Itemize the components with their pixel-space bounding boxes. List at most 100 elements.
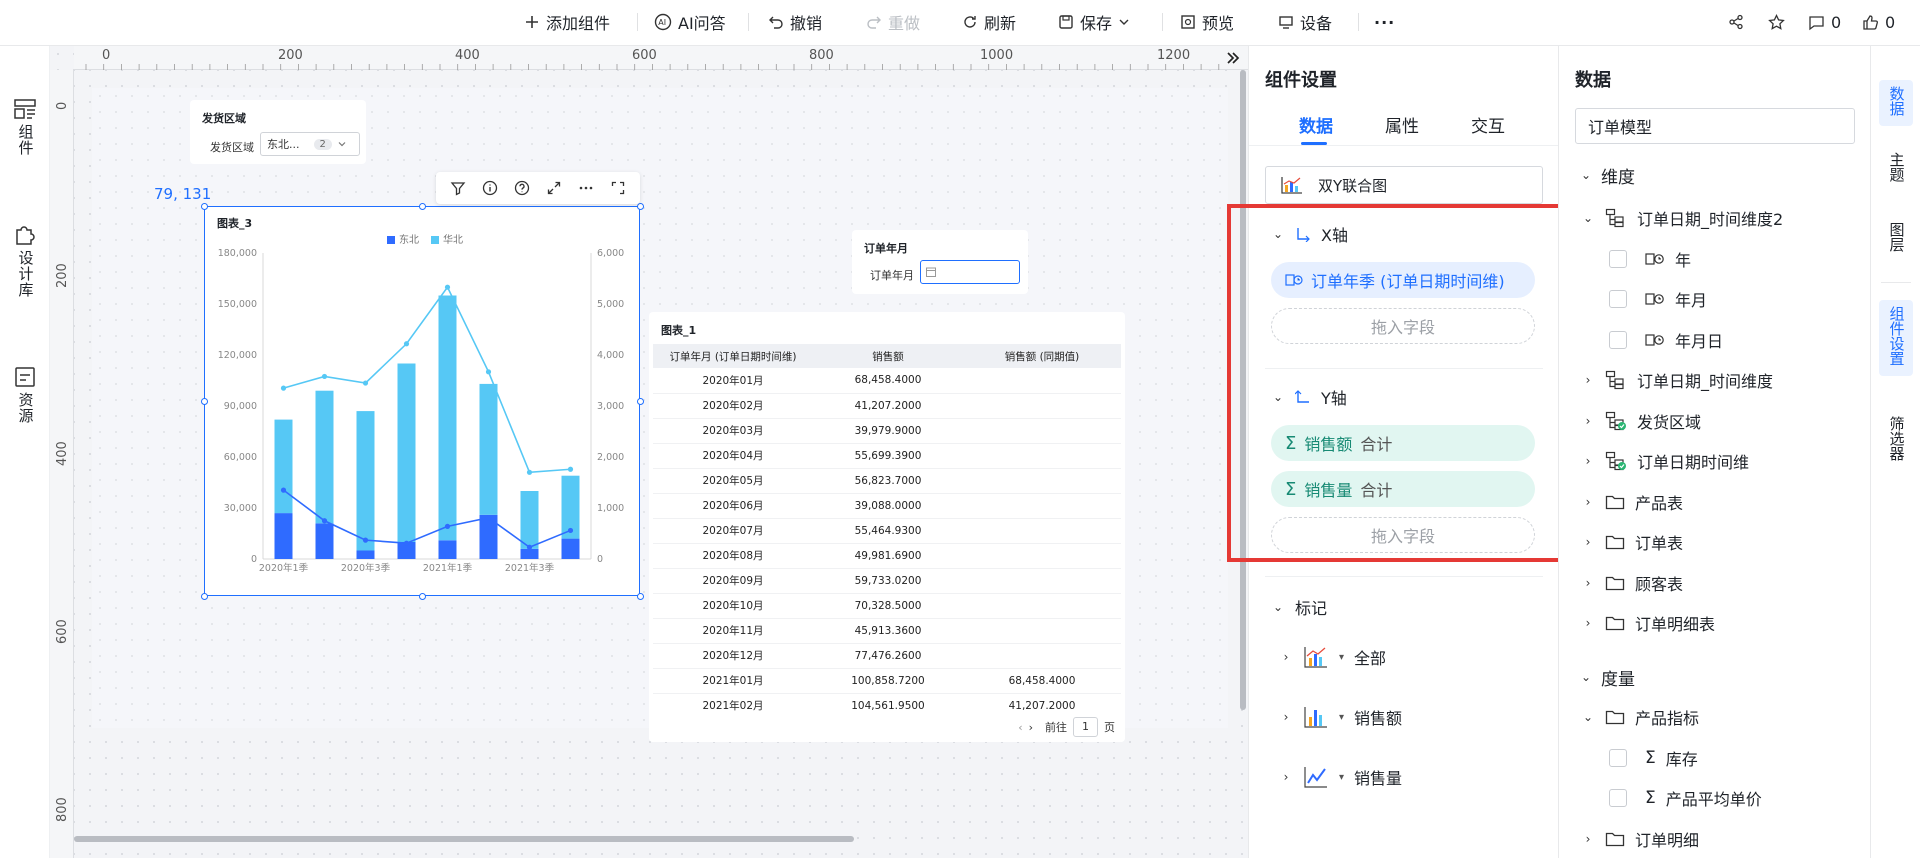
- table-row[interactable]: 2021年01月 100,858.7200 68,458.4000: [653, 668, 1121, 693]
- y-axis-field-pill[interactable]: Σ 销售额 合计: [1271, 425, 1535, 461]
- rail-design-library[interactable]: 设计库: [0, 222, 50, 298]
- resize-handle[interactable]: [418, 202, 426, 210]
- data-model-select[interactable]: 订单模型: [1575, 108, 1855, 144]
- x-axis-section-header[interactable]: ⌄ X轴: [1271, 219, 1348, 249]
- tree-node-item[interactable]: › 顾客表: [1581, 568, 1683, 598]
- chart-card[interactable]: 图表_3 东北 华北 0 30,000 60,000 90,000 120,000 150,0…: [204, 206, 640, 596]
- device-button[interactable]: 设备: [1278, 0, 1332, 44]
- ai-qa-button[interactable]: AI AI问答: [654, 0, 726, 44]
- tree-node-item[interactable]: ⌄ 产品指标: [1581, 702, 1699, 732]
- tree-node-item[interactable]: › 订单明细: [1581, 824, 1699, 854]
- tab-data[interactable]: 数据: [1299, 112, 1333, 137]
- table-row[interactable]: 2020年01月 68,458.4000: [653, 368, 1121, 393]
- table-row[interactable]: 2020年08月 49,981.6900: [653, 543, 1121, 568]
- measures-header[interactable]: ⌄ 度量: [1579, 662, 1635, 692]
- tree-leaf-item[interactable]: Σ 库存: [1609, 743, 1698, 773]
- mark-item-quantity[interactable]: › ▾ 销售量: [1279, 762, 1402, 792]
- tab-properties[interactable]: 属性: [1385, 112, 1419, 137]
- prev-page-icon[interactable]: ‹: [1018, 721, 1022, 734]
- table-row[interactable]: 2020年06月 39,088.0000: [653, 493, 1121, 518]
- y-axis-drop-zone[interactable]: 拖入字段: [1271, 517, 1535, 553]
- checkbox[interactable]: [1609, 330, 1627, 349]
- table-row[interactable]: 2020年04月 55,699.3900: [653, 443, 1121, 468]
- side-tab-layers[interactable]: 图层: [1879, 216, 1913, 262]
- more-icon[interactable]: [578, 180, 594, 196]
- tree-node-item[interactable]: › 产品表: [1581, 487, 1683, 517]
- checkbox[interactable]: [1609, 789, 1627, 807]
- y-axis-field-pill[interactable]: Σ 销售量 合计: [1271, 471, 1535, 507]
- table-row[interactable]: 2020年07月 55,464.9300: [653, 518, 1121, 543]
- resize-handle[interactable]: [418, 592, 426, 600]
- filter-month-card[interactable]: 订单年月 订单年月: [852, 230, 1028, 294]
- checkbox[interactable]: [1609, 290, 1627, 308]
- pager-page-input[interactable]: 1: [1073, 717, 1098, 737]
- canvas-vertical-scrollbar[interactable]: [1240, 70, 1246, 710]
- canvas-area[interactable]: 0 200 400 600 800 1000 1200 0 200 400 60…: [50, 46, 1248, 858]
- resize-handle[interactable]: [636, 397, 644, 405]
- tree-node-item[interactable]: › 订单日期_时间维度: [1581, 365, 1773, 395]
- side-tab-component-settings[interactable]: 组件设置: [1879, 300, 1913, 376]
- chart-type-select[interactable]: 双Y联合图: [1265, 166, 1543, 204]
- table-row[interactable]: 2020年12月 77,476.2600: [653, 643, 1121, 668]
- fullscreen-icon[interactable]: [610, 180, 626, 196]
- help-icon[interactable]: [514, 180, 530, 196]
- filter-icon[interactable]: [450, 180, 466, 196]
- save-button[interactable]: 保存: [1058, 0, 1130, 44]
- tree-node-item[interactable]: › 订单明细表: [1581, 608, 1715, 638]
- next-page-icon[interactable]: ›: [1029, 721, 1033, 734]
- comments-button[interactable]: 0: [1808, 0, 1841, 44]
- side-tab-data[interactable]: 数据: [1879, 80, 1913, 126]
- resize-handle[interactable]: [200, 592, 208, 600]
- table-row[interactable]: 2020年05月 56,823.7000: [653, 468, 1121, 493]
- tree-leaf-item[interactable]: Σ 产品平均单价: [1609, 783, 1762, 813]
- expand-icon[interactable]: [546, 180, 562, 196]
- share-button[interactable]: [1728, 0, 1744, 44]
- tree-leaf-item[interactable]: 年月日: [1609, 325, 1723, 355]
- x-axis-field-pill[interactable]: 订单年季 (订单日期时间维): [1271, 262, 1535, 298]
- table-row[interactable]: 2020年10月 70,328.5000: [653, 593, 1121, 618]
- checkbox[interactable]: [1609, 249, 1627, 268]
- resize-handle[interactable]: [636, 592, 644, 600]
- table-card[interactable]: 图表_1 订单年月 (订单日期时间维) 销售额 销售额 (同期值) 2020年0…: [649, 312, 1125, 742]
- table-header[interactable]: 订单年月 (订单日期时间维): [653, 344, 813, 368]
- info-icon[interactable]: [482, 180, 498, 196]
- filter-region-select[interactable]: 东北... 2: [260, 132, 360, 156]
- more-menu-button[interactable]: ···: [1374, 0, 1395, 44]
- tab-interaction[interactable]: 交互: [1471, 112, 1505, 137]
- mark-item-all[interactable]: › ▾ 全部: [1279, 642, 1386, 672]
- favorite-button[interactable]: [1768, 0, 1785, 44]
- tree-node-item[interactable]: ⌄ 订单日期_时间维度2: [1581, 203, 1783, 233]
- table-row[interactable]: 2020年02月 41,207.2000: [653, 393, 1121, 418]
- tree-leaf-item[interactable]: 年: [1609, 244, 1691, 274]
- side-tab-theme[interactable]: 主题: [1879, 146, 1913, 192]
- filter-month-date-input[interactable]: [920, 260, 1020, 284]
- preview-button[interactable]: 预览: [1180, 0, 1234, 44]
- resize-handle[interactable]: [200, 202, 208, 210]
- side-tab-filters[interactable]: 筛选器: [1879, 410, 1913, 471]
- tree-node-item[interactable]: › 发货区域: [1581, 406, 1701, 436]
- canvas-horizontal-scrollbar[interactable]: [74, 836, 854, 842]
- refresh-button[interactable]: 刷新: [962, 0, 1016, 44]
- resize-handle[interactable]: [200, 397, 208, 405]
- table-header[interactable]: 销售额 (同期值): [963, 344, 1121, 368]
- table-row[interactable]: 2020年09月 59,733.0200: [653, 568, 1121, 593]
- filter-region-card[interactable]: 发货区域 发货区域 东北... 2: [190, 100, 366, 164]
- rail-components[interactable]: 组件: [0, 98, 50, 156]
- tree-leaf-item[interactable]: 年月: [1609, 284, 1707, 314]
- like-button[interactable]: 0: [1862, 0, 1895, 44]
- double-chevron-right-icon[interactable]: [1226, 51, 1240, 65]
- table-row[interactable]: 2020年03月 39,979.9000: [653, 418, 1121, 443]
- tree-node-item[interactable]: › 订单表: [1581, 527, 1683, 557]
- checkbox[interactable]: [1609, 748, 1627, 767]
- y-axis-section-header[interactable]: ⌄ Y轴: [1271, 382, 1347, 412]
- tree-node-item[interactable]: › 订单日期时间维: [1581, 446, 1749, 476]
- mark-item-sales[interactable]: › ▾ 销售额: [1279, 702, 1402, 732]
- table-header[interactable]: 销售额: [813, 344, 963, 368]
- undo-button[interactable]: 撤销: [768, 0, 822, 44]
- marks-section-header[interactable]: ⌄ 标记: [1271, 592, 1327, 622]
- redo-button[interactable]: 重做: [866, 0, 920, 44]
- table-row[interactable]: 2020年11月 45,913.3600: [653, 618, 1121, 643]
- dimensions-header[interactable]: ⌄ 维度: [1579, 160, 1635, 190]
- x-axis-drop-zone[interactable]: 拖入字段: [1271, 308, 1535, 344]
- add-component-button[interactable]: 添加组件: [524, 0, 610, 44]
